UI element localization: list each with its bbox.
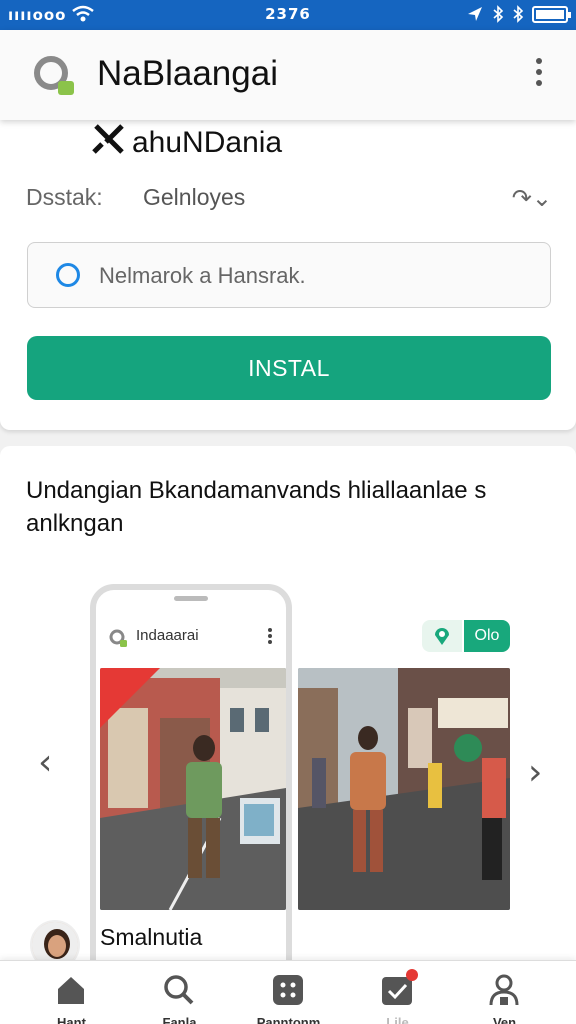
nav-label-inbox: Lile [386,1015,409,1024]
battery-icon [532,5,571,23]
search-circle-icon [56,263,80,287]
author-name[interactable]: Smalnutia [100,924,202,951]
phone-notch [174,596,208,601]
location-pin-icon [435,628,449,645]
location-pin-chip[interactable] [422,620,462,652]
filter-label: Dsstak: [26,184,103,210]
nav-item-search[interactable]: Fanla [122,961,237,1024]
nav-item-profile[interactable]: Ven [447,961,562,1024]
app-logo [34,56,74,95]
description-text: Undangian Bkandamanvands hliallaanlae s … [26,477,487,537]
mini-app-logo [109,629,127,647]
nav-label-profile: Ven [492,1015,517,1024]
bottom-nav: Hant Fanla Panntonm Lile Ven [0,960,576,1024]
header-card: ahuNDania Dsstak: Gelnloyes ↷⌄ Nelmarok … [0,112,576,430]
profile-icon [489,974,519,1006]
nav-item-apps[interactable]: Panntonm [231,961,346,1024]
nav-label-home: Hant [57,1015,86,1024]
mini-more-icon [268,628,272,646]
filter-value[interactable]: Gelnloyes [143,184,245,211]
more-options-icon[interactable] [532,58,546,92]
nav-label-apps: Panntonm [256,1015,321,1024]
chip-action-button[interactable]: Olo [464,620,510,652]
search-input[interactable]: Nelmarok a Hansrak. [27,242,551,308]
nav-label-search: Fanla [162,1015,197,1024]
home-icon [58,977,84,1004]
mini-app-title: Indaaarai [136,627,199,644]
app-bar: NaBlaangai [0,30,576,120]
content-card: Undangian Bkandamanvands hliallaanlae s … [0,446,576,1024]
notification-badge [406,969,418,981]
sub-header-title: ahuNDania [132,126,283,159]
apps-icon [273,975,303,1005]
search-placeholder: Nelmarok a Hansrak. [99,263,306,288]
carousel-prev-icon[interactable]: ‹ [38,742,52,783]
nav-item-inbox[interactable]: Lile [340,961,455,1024]
share-chevron-icon[interactable]: ↷⌄ [512,184,552,213]
search-icon [164,975,194,1005]
bluetooth-icon [493,5,504,23]
location-icon [468,7,482,21]
app-title: NaBlaangai [97,54,278,93]
nav-item-home[interactable]: Hant [14,961,129,1024]
tools-icon [92,124,124,154]
street-photo-left[interactable] [100,668,286,910]
street-photo-right[interactable] [298,668,510,910]
status-bar: ııııooo 2376 [0,0,576,30]
install-button[interactable]: INSTAL [27,336,551,400]
carousel-next-icon[interactable]: › [528,752,542,793]
bluetooth-icon [513,5,524,23]
